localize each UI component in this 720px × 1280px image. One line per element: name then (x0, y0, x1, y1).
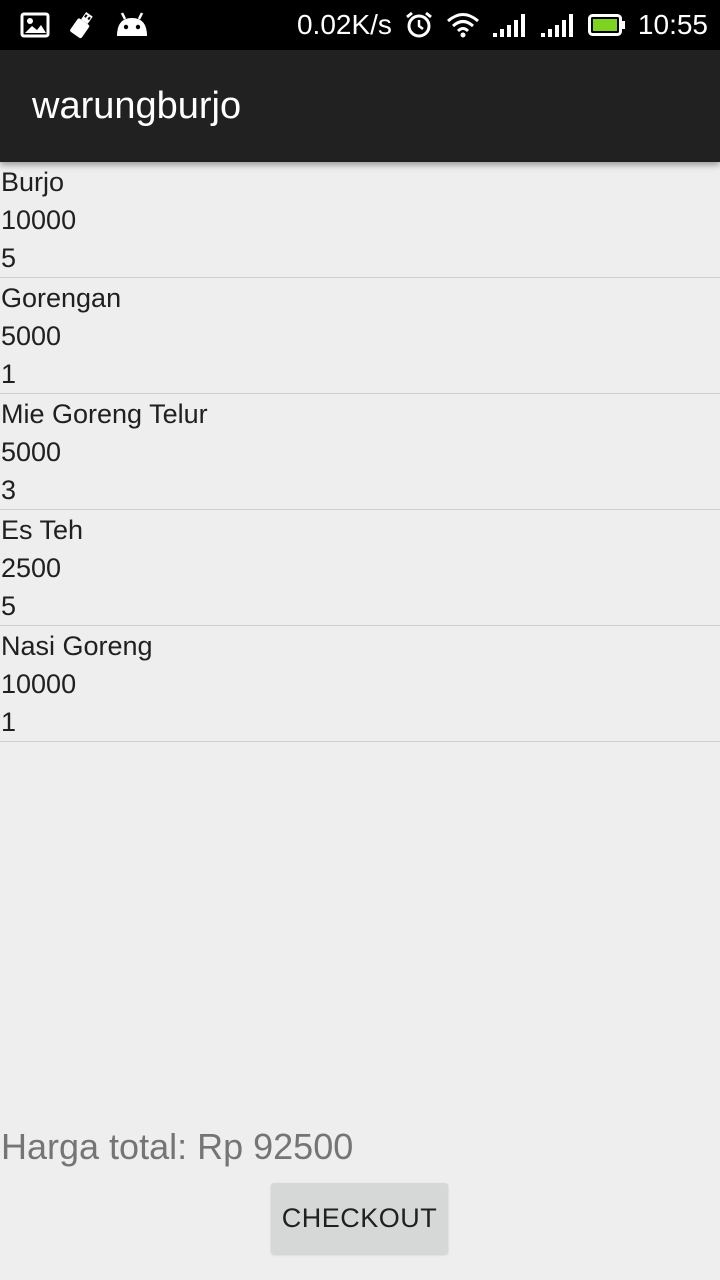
image-icon (20, 12, 50, 38)
list-item[interactable]: Es Teh 2500 5 (0, 510, 720, 626)
list-item[interactable]: Mie Goreng Telur 5000 3 (0, 394, 720, 510)
signal-icon (492, 11, 528, 39)
item-name: Mie Goreng Telur (1, 399, 208, 429)
clock: 10:55 (637, 9, 708, 40)
item-name: Burjo (1, 167, 65, 197)
wifi-icon (446, 11, 480, 39)
item-name: Gorengan (1, 283, 122, 313)
usb-debug-icon (68, 11, 96, 39)
item-quantity: 1 (1, 707, 17, 737)
notification-icons (20, 8, 150, 42)
item-name: Es Teh (1, 515, 84, 545)
item-price: 10000 (1, 205, 77, 235)
item-quantity: 5 (1, 243, 17, 273)
checkout-button[interactable]: CHECKOUT (271, 1183, 448, 1254)
network-speed: 0.02K/s (296, 9, 392, 40)
system-status: 0.02K/s 10:55 (297, 0, 708, 50)
item-name: Nasi Goreng (1, 631, 153, 661)
cart-list: Burjo 10000 5 Gorengan 5000 1 Mie Goreng… (0, 162, 720, 742)
action-bar: warungburjo (0, 50, 720, 162)
list-item[interactable]: Gorengan 5000 1 (0, 278, 720, 394)
list-item[interactable]: Burjo 10000 5 (0, 162, 720, 278)
signal-icon-2 (540, 11, 576, 39)
item-quantity: 5 (1, 591, 17, 621)
list-item[interactable]: Nasi Goreng 10000 1 (0, 626, 720, 742)
app-title: warungburjo (32, 85, 242, 127)
battery-icon (587, 13, 626, 37)
item-quantity: 1 (1, 359, 17, 389)
item-price: 5000 (1, 437, 62, 467)
total-price: Harga total: Rp 92500 (1, 1126, 354, 1167)
status-bar: 0.02K/s 10:55 (0, 0, 720, 50)
android-icon (114, 12, 150, 38)
alarm-icon (404, 10, 434, 40)
item-price: 5000 (1, 321, 62, 351)
item-price: 10000 (1, 669, 77, 699)
item-quantity: 3 (1, 475, 17, 505)
item-price: 2500 (1, 553, 62, 583)
